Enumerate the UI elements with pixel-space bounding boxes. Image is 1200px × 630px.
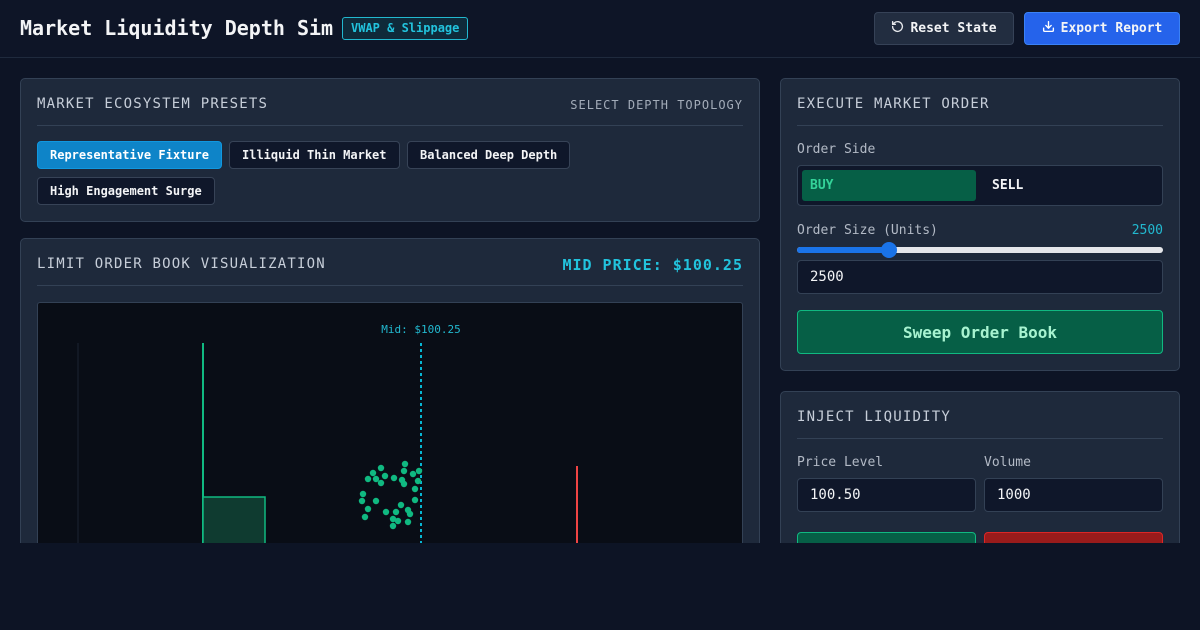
- mid-price-marker: Mid: $100.25: [381, 323, 460, 336]
- divider: [797, 125, 1163, 126]
- preset-balanced-deep-depth[interactable]: Balanced Deep Depth: [407, 141, 571, 169]
- slider-thumb[interactable]: [880, 242, 897, 258]
- depth-chart: Mid: $100.25: [77, 323, 578, 561]
- reset-state-button[interactable]: Reset State: [874, 12, 1014, 45]
- preset-illiquid-thin-market[interactable]: Illiquid Thin Market: [229, 141, 400, 169]
- download-icon: [1042, 20, 1055, 37]
- reset-state-label: Reset State: [910, 21, 997, 36]
- sweep-order-book-button[interactable]: Sweep Order Book: [797, 310, 1163, 354]
- presets-panel: MARKET ECOSYSTEM PRESETS SELECT DEPTH TO…: [20, 78, 760, 222]
- order-size-input[interactable]: [797, 260, 1163, 294]
- sell-side-button[interactable]: SELL: [992, 170, 1023, 201]
- order-side-label: Order Side: [797, 142, 876, 157]
- order-book-canvas[interactable]: Mid: $100.25: [37, 302, 743, 562]
- preset-high-engagement-surge[interactable]: High Engagement Surge: [37, 177, 215, 205]
- order-book-panel: LIMIT ORDER BOOK VISUALIZATION MID PRICE…: [20, 238, 760, 562]
- divider: [37, 125, 743, 126]
- divider: [37, 285, 743, 286]
- order-size-value: 2500: [1131, 223, 1163, 238]
- volume-label: Volume: [984, 455, 1031, 470]
- divider: [797, 438, 1163, 439]
- slider-fill: [797, 247, 889, 253]
- app-header: Market Liquidity Depth Sim VWAP & Slippa…: [0, 0, 1200, 58]
- order-book-title: LIMIT ORDER BOOK VISUALIZATION: [37, 256, 326, 272]
- order-cluster: [358, 460, 423, 530]
- export-report-label: Export Report: [1060, 21, 1163, 36]
- volume-input[interactable]: [984, 478, 1163, 512]
- presets-subtitle: SELECT DEPTH TOPOLOGY: [570, 98, 743, 112]
- execute-order-panel: EXECUTE MARKET ORDER Order Side BUY SELL…: [780, 78, 1180, 371]
- inject-liquidity-title: INJECT LIQUIDITY: [797, 409, 952, 425]
- order-side-toggle: BUY SELL: [797, 165, 1163, 206]
- price-level-label: Price Level: [797, 455, 884, 470]
- execute-order-title: EXECUTE MARKET ORDER: [797, 96, 990, 112]
- mid-price-readout: MID PRICE: $100.25: [562, 256, 743, 274]
- refresh-icon: [891, 20, 904, 37]
- presets-title: MARKET ECOSYSTEM PRESETS: [37, 96, 269, 112]
- export-report-button[interactable]: Export Report: [1024, 12, 1180, 45]
- mode-badge: VWAP & Slippage: [342, 17, 469, 40]
- price-level-input[interactable]: [797, 478, 976, 512]
- order-size-slider[interactable]: [797, 242, 1163, 258]
- buy-side-button[interactable]: BUY: [802, 170, 976, 201]
- order-size-label: Order Size (Units): [797, 223, 938, 238]
- preset-representative-fixture[interactable]: Representative Fixture: [37, 141, 222, 169]
- app-title: Market Liquidity Depth Sim: [20, 16, 334, 40]
- inject-liquidity-panel: INJECT LIQUIDITY Price Level Volume: [780, 391, 1180, 572]
- page-background: [0, 543, 1200, 630]
